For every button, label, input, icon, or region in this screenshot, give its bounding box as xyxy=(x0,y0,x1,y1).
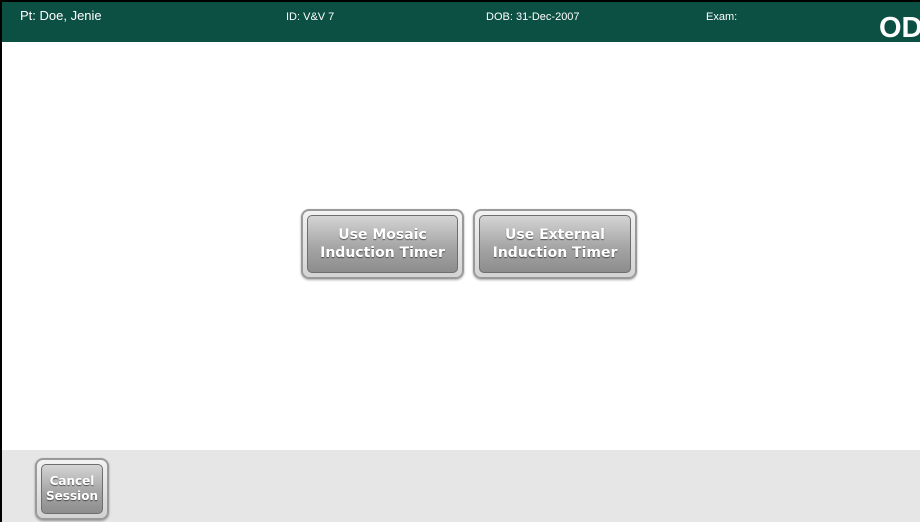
eye-indicator: OD xyxy=(879,12,920,44)
use-external-induction-timer-face[interactable]: Use External Induction Timer xyxy=(479,215,631,273)
patient-dob: DOB: 31-Dec-2007 xyxy=(486,11,580,23)
cancel-session-face[interactable]: Cancel Session xyxy=(41,464,103,514)
exam-label: Exam: xyxy=(706,11,738,23)
use-external-induction-timer-button[interactable]: Use External Induction Timer xyxy=(473,209,637,279)
patient-name: Pt: Doe, Jenie xyxy=(20,8,102,23)
mosaic-button-label-line1: Use Mosaic xyxy=(338,227,427,243)
footer-bar xyxy=(2,450,920,522)
mosaic-button-label-line2: Induction Timer xyxy=(320,245,445,261)
patient-header-bar: Pt: Doe, Jenie ID: V&V 7 DOB: 31-Dec-200… xyxy=(2,2,920,44)
cancel-session-button[interactable]: Cancel Session xyxy=(35,458,109,520)
use-mosaic-induction-timer-face[interactable]: Use Mosaic Induction Timer xyxy=(307,215,458,273)
cancel-button-label-line1: Cancel xyxy=(49,474,95,488)
external-button-label-line1: Use External xyxy=(505,227,605,243)
cancel-button-label-line2: Session xyxy=(46,489,98,503)
use-mosaic-induction-timer-button[interactable]: Use Mosaic Induction Timer xyxy=(301,209,464,279)
patient-id: ID: V&V 7 xyxy=(286,11,335,23)
external-button-label-line2: Induction Timer xyxy=(492,245,618,261)
